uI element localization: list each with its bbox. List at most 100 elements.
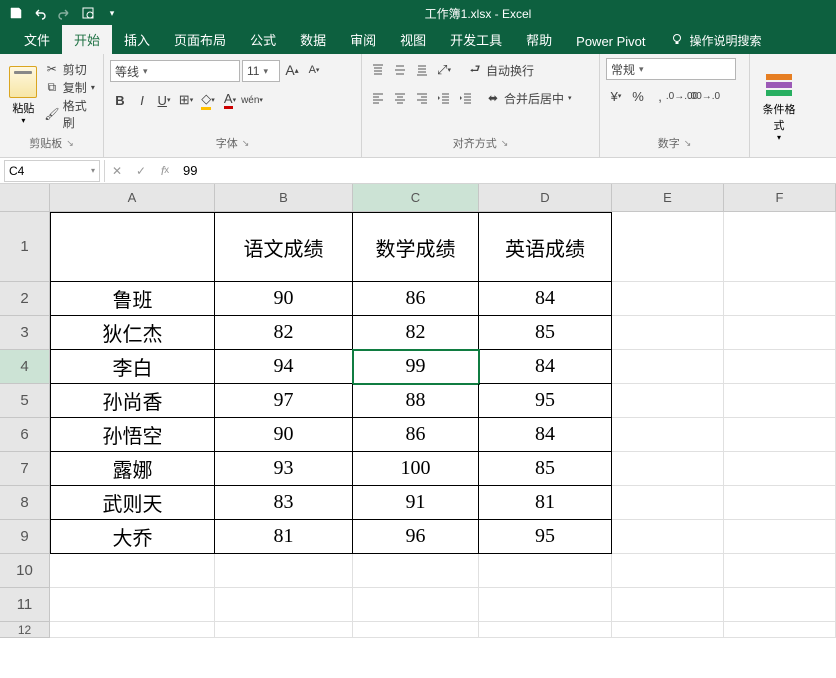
- font-dialog-launcher[interactable]: ↘: [242, 138, 250, 149]
- col-header-f[interactable]: F: [724, 184, 836, 212]
- row-header-8[interactable]: 8: [0, 486, 50, 520]
- increase-font-icon[interactable]: A▴: [282, 60, 302, 80]
- conditional-format-button[interactable]: 条件格式 ▾: [756, 67, 802, 144]
- cut-button[interactable]: ✂ 剪切: [45, 61, 97, 78]
- align-middle-button[interactable]: [390, 60, 410, 80]
- cell-d11[interactable]: [479, 588, 612, 622]
- cell-e11[interactable]: [612, 588, 724, 622]
- cell-c8[interactable]: 91: [353, 486, 479, 520]
- cancel-icon[interactable]: ✕: [105, 160, 129, 182]
- cell-d10[interactable]: [479, 554, 612, 588]
- formula-input[interactable]: [177, 160, 836, 182]
- cell-f8[interactable]: [724, 486, 836, 520]
- cell-a5[interactable]: 孙尚香: [50, 384, 215, 418]
- cell-f9[interactable]: [724, 520, 836, 554]
- tab-home[interactable]: 开始: [62, 25, 112, 54]
- tab-view[interactable]: 视图: [388, 25, 438, 54]
- row-header-1[interactable]: 1: [0, 212, 50, 282]
- tell-me-search[interactable]: 操作说明搜索: [658, 27, 774, 54]
- number-format-combo[interactable]: 常规▾: [606, 58, 736, 80]
- cell-a12[interactable]: [50, 622, 215, 638]
- cell-e4[interactable]: [612, 350, 724, 384]
- border-button[interactable]: ⊞▾: [176, 90, 196, 110]
- cell-b7[interactable]: 93: [215, 452, 353, 486]
- cell-f7[interactable]: [724, 452, 836, 486]
- alignment-dialog-launcher[interactable]: ↘: [501, 138, 509, 149]
- clipboard-dialog-launcher[interactable]: ↘: [66, 138, 74, 149]
- cell-c1[interactable]: 数学成绩: [353, 212, 479, 282]
- italic-button[interactable]: I: [132, 90, 152, 110]
- cell-b2[interactable]: 90: [215, 282, 353, 316]
- cell-f4[interactable]: [724, 350, 836, 384]
- cell-e10[interactable]: [612, 554, 724, 588]
- cell-f6[interactable]: [724, 418, 836, 452]
- phonetic-button[interactable]: wén▾: [242, 90, 262, 110]
- cell-b11[interactable]: [215, 588, 353, 622]
- cell-f10[interactable]: [724, 554, 836, 588]
- col-header-a[interactable]: A: [50, 184, 215, 212]
- cell-b1[interactable]: 语文成绩: [215, 212, 353, 282]
- row-header-11[interactable]: 11: [0, 588, 50, 622]
- cell-d1[interactable]: 英语成绩: [479, 212, 612, 282]
- tab-help[interactable]: 帮助: [514, 25, 564, 54]
- select-all-corner[interactable]: [0, 184, 50, 212]
- merge-center-button[interactable]: ⬌ 合并后居中▾: [486, 89, 572, 107]
- cell-e7[interactable]: [612, 452, 724, 486]
- name-box[interactable]: C4▾: [4, 160, 100, 182]
- cell-b6[interactable]: 90: [215, 418, 353, 452]
- decrease-font-icon[interactable]: A▾: [304, 60, 324, 80]
- cell-c2[interactable]: 86: [353, 282, 479, 316]
- decrease-decimal-button[interactable]: .00→.0: [694, 86, 714, 106]
- tab-data[interactable]: 数据: [288, 25, 338, 54]
- tab-formulas[interactable]: 公式: [238, 25, 288, 54]
- font-size-combo[interactable]: 11▾: [242, 60, 280, 82]
- format-painter-button[interactable]: 🖌 格式刷: [45, 97, 97, 131]
- percent-button[interactable]: %: [628, 86, 648, 106]
- print-preview-icon[interactable]: [80, 5, 96, 21]
- tab-developer[interactable]: 开发工具: [438, 25, 514, 54]
- cell-e1[interactable]: [612, 212, 724, 282]
- cell-d7[interactable]: 85: [479, 452, 612, 486]
- row-header-7[interactable]: 7: [0, 452, 50, 486]
- cell-e3[interactable]: [612, 316, 724, 350]
- tab-page-layout[interactable]: 页面布局: [162, 25, 238, 54]
- cell-d6[interactable]: 84: [479, 418, 612, 452]
- cell-e9[interactable]: [612, 520, 724, 554]
- cell-d5[interactable]: 95: [479, 384, 612, 418]
- paste-button[interactable]: 粘贴 ▾: [6, 66, 41, 125]
- align-left-button[interactable]: [368, 88, 388, 108]
- cell-a3[interactable]: 狄仁杰: [50, 316, 215, 350]
- cell-f5[interactable]: [724, 384, 836, 418]
- qat-customize-icon[interactable]: ▾: [104, 5, 120, 21]
- cell-c4[interactable]: 99: [353, 350, 479, 384]
- cell-f11[interactable]: [724, 588, 836, 622]
- cell-d3[interactable]: 85: [479, 316, 612, 350]
- save-icon[interactable]: [8, 5, 24, 21]
- wrap-text-button[interactable]: ⮐ 自动换行: [468, 61, 534, 79]
- cell-a2[interactable]: 鲁班: [50, 282, 215, 316]
- cell-d2[interactable]: 84: [479, 282, 612, 316]
- cell-a8[interactable]: 武则天: [50, 486, 215, 520]
- cell-a1[interactable]: [50, 212, 215, 282]
- cell-e12[interactable]: [612, 622, 724, 638]
- cell-d4[interactable]: 84: [479, 350, 612, 384]
- cell-c12[interactable]: [353, 622, 479, 638]
- cell-e2[interactable]: [612, 282, 724, 316]
- cell-f3[interactable]: [724, 316, 836, 350]
- cell-a4[interactable]: 李白: [50, 350, 215, 384]
- col-header-c[interactable]: C: [353, 184, 479, 212]
- increase-indent-button[interactable]: [456, 88, 476, 108]
- cell-e8[interactable]: [612, 486, 724, 520]
- row-header-3[interactable]: 3: [0, 316, 50, 350]
- align-right-button[interactable]: [412, 88, 432, 108]
- cell-a10[interactable]: [50, 554, 215, 588]
- cell-b9[interactable]: 81: [215, 520, 353, 554]
- align-center-button[interactable]: [390, 88, 410, 108]
- tab-review[interactable]: 审阅: [338, 25, 388, 54]
- fill-color-button[interactable]: ◇▾: [198, 90, 218, 110]
- cell-b4[interactable]: 94: [215, 350, 353, 384]
- decrease-indent-button[interactable]: [434, 88, 454, 108]
- fx-icon[interactable]: fx: [153, 160, 177, 182]
- row-header-6[interactable]: 6: [0, 418, 50, 452]
- cell-f2[interactable]: [724, 282, 836, 316]
